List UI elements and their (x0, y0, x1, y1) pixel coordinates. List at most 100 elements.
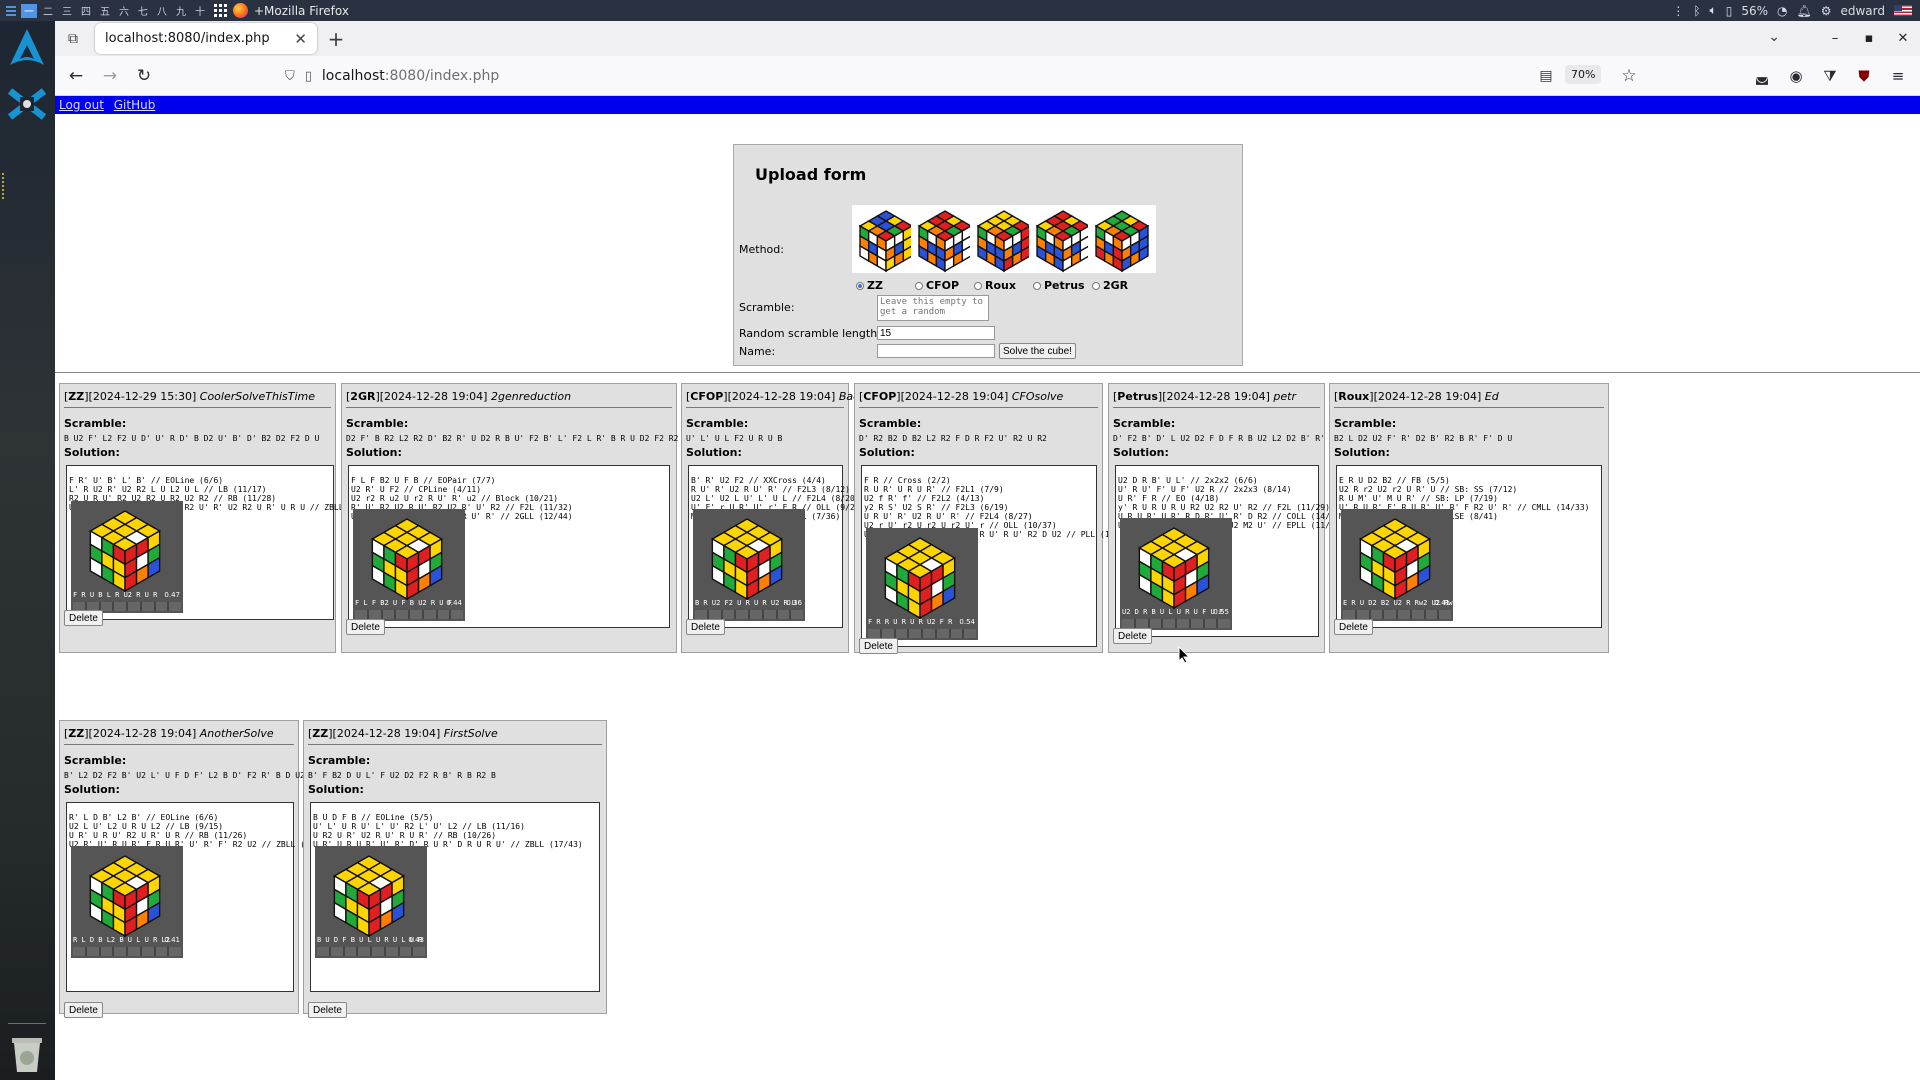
player-play-button[interactable] (100, 947, 113, 956)
player-menu-button[interactable] (413, 947, 425, 956)
forward-arrow-icon[interactable]: → (93, 60, 127, 92)
bookmark-star-icon[interactable]: ☆ (1615, 60, 1643, 92)
workspace-button[interactable]: 一 (21, 3, 37, 18)
app-launcher-icon[interactable] (6, 83, 48, 125)
workspace-button[interactable]: 六 (116, 4, 132, 18)
cube-player[interactable]: R L D B L2 B U L U R L2 0.41 (71, 846, 183, 958)
workspace-button[interactable]: 五 (97, 4, 113, 18)
method-preview-roux[interactable] (970, 205, 1038, 273)
player-first-button[interactable] (868, 629, 880, 638)
player-speed-button[interactable] (1190, 619, 1203, 628)
player-last-button[interactable] (750, 610, 762, 619)
method-preview-2gr[interactable] (1088, 205, 1156, 273)
method-radio-roux[interactable]: Roux (974, 279, 1016, 292)
tab-list-chevron-icon[interactable]: ⌄ (1768, 29, 1780, 45)
apps-grid-icon[interactable] (214, 4, 227, 17)
radio-button[interactable] (915, 281, 923, 290)
player-menu-button[interactable] (964, 629, 976, 638)
radio-button[interactable] (1033, 281, 1041, 290)
scramble-length-input[interactable] (877, 326, 995, 340)
player-last-button[interactable] (372, 947, 384, 956)
tray-dots-icon[interactable]: ⋮ (1672, 4, 1684, 18)
method-radio-zz[interactable]: ZZ (856, 279, 883, 292)
reload-icon[interactable]: ↻ (127, 60, 161, 92)
name-input[interactable] (877, 344, 995, 358)
cube-player[interactable]: U2 D R B U L U R U F U F 0.55 (1120, 518, 1232, 630)
method-radio-2gr[interactable]: 2GR (1092, 279, 1128, 292)
cube-player[interactable]: F R U B L R U2 R U R 0.47 (71, 501, 183, 613)
player-play-button[interactable] (382, 610, 395, 619)
shield-icon[interactable]: ⛉ (285, 69, 295, 84)
player-play-button[interactable] (1149, 619, 1162, 628)
workspace-button[interactable]: 三 (59, 4, 75, 18)
player-first-button[interactable] (73, 947, 85, 956)
close-window-icon[interactable]: ✕ (1886, 31, 1920, 46)
cube-player[interactable]: F L F B2 U F B U2 R U F 0.44 (353, 509, 465, 621)
player-first-button[interactable] (1122, 619, 1134, 628)
player-last-button[interactable] (923, 629, 935, 638)
radio-button[interactable] (1092, 281, 1100, 290)
player-reset-button[interactable] (950, 629, 963, 638)
player-menu-button[interactable] (169, 947, 181, 956)
player-menu-button[interactable] (1218, 619, 1230, 628)
player-first-button[interactable] (317, 947, 329, 956)
close-tab-icon[interactable]: ✕ (294, 30, 307, 48)
player-next-button[interactable] (1384, 610, 1396, 619)
player-speed-button[interactable] (423, 610, 436, 619)
tab-localhost[interactable]: localhost:8080/index.php ✕ (95, 23, 317, 54)
player-speed-button[interactable] (141, 947, 154, 956)
new-tab-icon[interactable]: + (321, 23, 351, 54)
player-prev-button[interactable] (1356, 610, 1369, 619)
player-last-button[interactable] (1177, 619, 1189, 628)
method-preview-zz[interactable] (852, 205, 920, 273)
us-flag-icon[interactable] (1894, 5, 1912, 16)
player-prev-button[interactable] (330, 947, 343, 956)
bluetooth-icon[interactable]: ᛒ (1693, 4, 1700, 18)
player-first-button[interactable] (355, 610, 367, 619)
delete-button[interactable]: Delete (1113, 628, 1152, 644)
active-window-title[interactable]: +Mozilla Firefox (233, 3, 349, 18)
workspace-button[interactable]: 四 (78, 4, 94, 18)
cube-player[interactable]: B U D F B U L U R U L U R 0.43 (315, 846, 427, 958)
player-play-button[interactable] (1370, 610, 1383, 619)
workspace-button[interactable]: 二 (40, 4, 56, 18)
trash-icon[interactable] (6, 1030, 48, 1074)
player-reset-button[interactable] (155, 947, 168, 956)
address-bar[interactable]: ⛉ ▯ localhost:8080/index.php (285, 61, 499, 91)
zoom-level-badge[interactable]: 70% (1565, 65, 1602, 84)
player-menu-button[interactable] (1439, 610, 1451, 619)
scramble-input[interactable] (877, 295, 989, 321)
player-next-button[interactable] (909, 629, 921, 638)
player-prev-button[interactable] (881, 629, 894, 638)
player-speed-button[interactable] (1411, 610, 1424, 619)
menu-icon[interactable] (4, 4, 18, 18)
player-menu-button[interactable] (791, 610, 803, 619)
player-last-button[interactable] (128, 947, 140, 956)
workspace-button[interactable]: 九 (173, 4, 189, 18)
cube-player[interactable]: E R U D2 B2 U2 R Rw2 U2 Rw 0.41 (1341, 509, 1453, 621)
delete-button[interactable]: Delete (859, 638, 898, 654)
pocket-icon[interactable]: ◛ (1748, 60, 1776, 92)
cube-player[interactable]: F R R U R U R U2 F R 0.54 (866, 528, 978, 640)
notification-bell-icon[interactable]: 🔔︎ (1796, 4, 1811, 18)
firefox-view-icon[interactable]: ⧉ (55, 21, 91, 56)
delete-button[interactable]: Delete (346, 619, 385, 635)
user-name[interactable]: edward (1840, 4, 1885, 18)
delete-button[interactable]: Delete (1334, 619, 1373, 635)
radio-button[interactable] (974, 281, 982, 290)
minimize-icon[interactable]: – (1818, 31, 1852, 46)
player-menu-button[interactable] (451, 610, 463, 619)
player-last-button[interactable] (410, 610, 422, 619)
ublock-icon[interactable]: ⛊ (1850, 60, 1878, 92)
settings-gear-icon[interactable]: ⚙ (1821, 4, 1832, 18)
player-prev-button[interactable] (86, 947, 99, 956)
player-reset-button[interactable] (1425, 610, 1438, 619)
player-first-button[interactable] (695, 610, 707, 619)
player-speed-button[interactable] (385, 947, 398, 956)
player-next-button[interactable] (396, 610, 408, 619)
player-play-button[interactable] (895, 629, 908, 638)
player-next-button[interactable] (736, 610, 748, 619)
player-reset-button[interactable] (1204, 619, 1217, 628)
player-reset-button[interactable] (399, 947, 412, 956)
player-speed-button[interactable] (141, 602, 154, 611)
